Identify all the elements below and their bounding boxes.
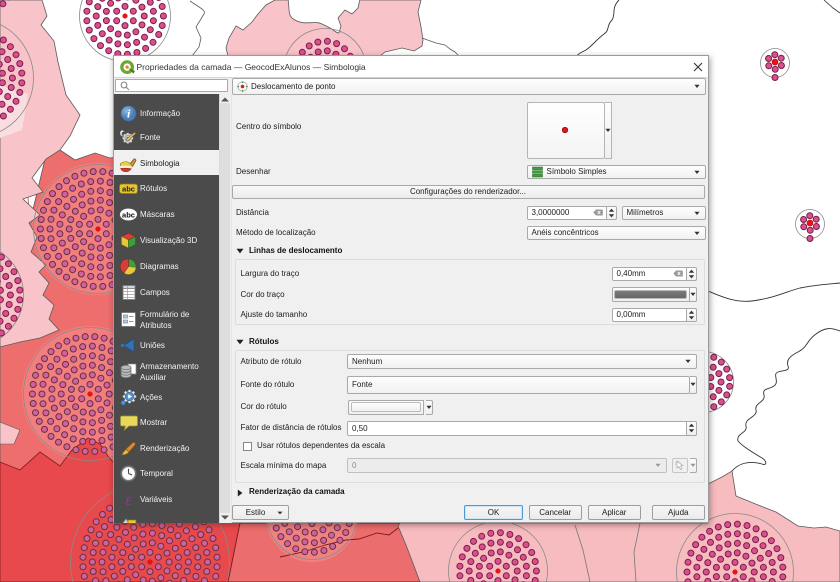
svg-text:abc: abc [122,210,135,219]
svg-text:ε: ε [125,492,132,508]
svg-text:abc: abc [122,185,135,194]
